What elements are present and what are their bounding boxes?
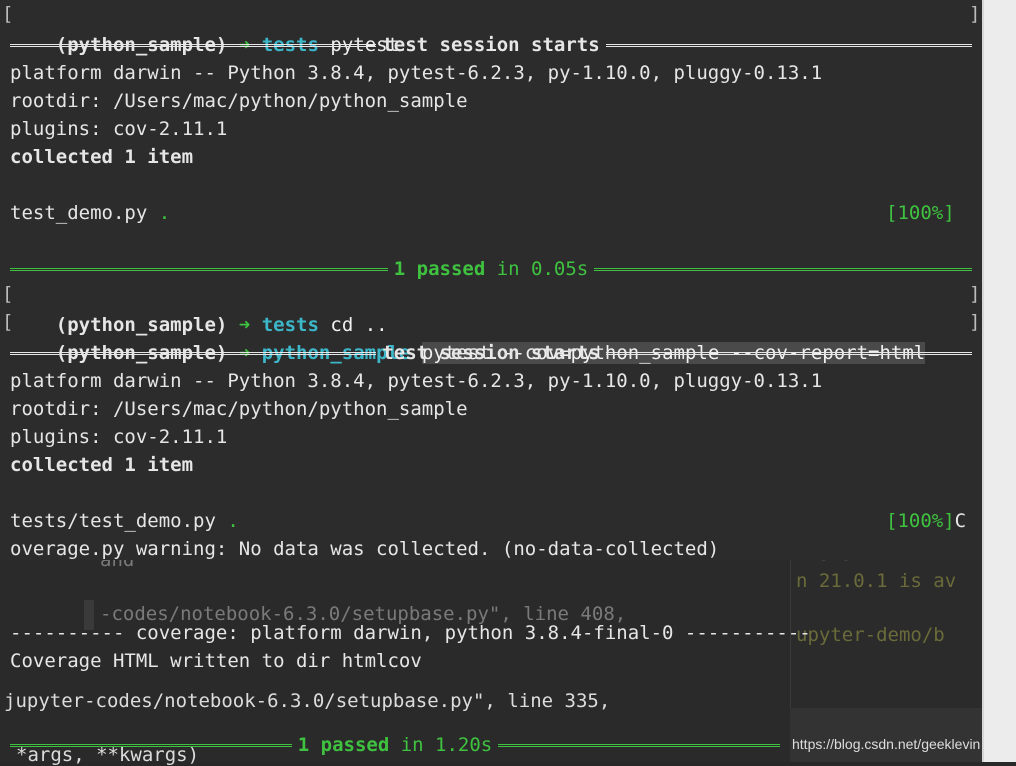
terminal-output[interactable]: [ (python_sample) ➜ tests pytest ] test … [0, 0, 982, 762]
test-result-line-2: tests/test_demo.py . [10, 507, 239, 535]
coverage-warning-line: overage.py warning: No data was collecte… [10, 538, 720, 560]
coverage-header-line: ---------- coverage: platform darwin, py… [10, 622, 811, 644]
platform-line-1: platform darwin -- Python 3.8.4, pytest-… [10, 62, 823, 84]
test-result-line-1: test_demo.py . [10, 199, 170, 227]
coverage-written-line: Coverage HTML written to dir htmlcov [10, 650, 422, 672]
progress-indicator-1: [100%] [886, 202, 955, 224]
summary-line-2: 1 passed in 1.20s [10, 731, 781, 759]
session-header-1: test session starts [10, 31, 972, 59]
session-header-label: test session starts [382, 342, 600, 364]
plugins-line-2: plugins: cov-2.11.1 [10, 426, 228, 448]
line-bracket-right: ] [969, 311, 981, 333]
summary-time-1: in 0.05s [496, 258, 589, 280]
line-bracket-right: ] [969, 3, 981, 25]
prompt-line-2: (python_sample) ➜ tests cd .. [10, 283, 388, 336]
scrollbar-divider [982, 0, 984, 762]
summary-time-2: in 1.20s [400, 734, 493, 756]
test-file-name: test_demo.py [10, 202, 148, 224]
watermark-text: https://blog.csdn.net/geeklevin [792, 736, 981, 752]
rootdir-line-1: rootdir: /Users/mac/python/python_sample [10, 90, 468, 112]
session-header-label: test session starts [382, 34, 600, 56]
plugins-line-1: plugins: cov-2.11.1 [10, 118, 228, 140]
prompt-line-3: (python_sample) ➜ python_sample pytest -… [10, 311, 926, 364]
collected-line-2: collected 1 item [10, 454, 194, 476]
test-file-name: tests/test_demo.py [10, 510, 216, 532]
summary-label-1: 1 passed in 0.05s [388, 255, 594, 283]
summary-line-1: 1 passed in 0.05s [10, 255, 973, 283]
test-pass-dot: . [227, 510, 239, 532]
rootdir-line-2: rootdir: /Users/mac/python/python_sample [10, 398, 468, 420]
progress-indicator-2: [100%]C [886, 507, 966, 535]
summary-label-2: 1 passed in 1.20s [292, 731, 498, 759]
right-scrollbar[interactable] [982, 0, 1016, 762]
session-header-2: test session starts [10, 339, 972, 367]
line-bracket-right: ] [969, 283, 981, 305]
platform-line-2: platform darwin -- Python 3.8.4, pytest-… [10, 370, 823, 392]
progress-value: [100%] [886, 510, 955, 532]
summary-count-1: 1 passed [393, 258, 486, 280]
summary-count-2: 1 passed [297, 734, 390, 756]
progress-suffix: C [954, 510, 967, 532]
prompt-line-1: (python_sample) ➜ tests pytest [10, 3, 399, 56]
test-pass-dot: . [158, 202, 171, 224]
collected-line-1: collected 1 item [10, 146, 194, 168]
